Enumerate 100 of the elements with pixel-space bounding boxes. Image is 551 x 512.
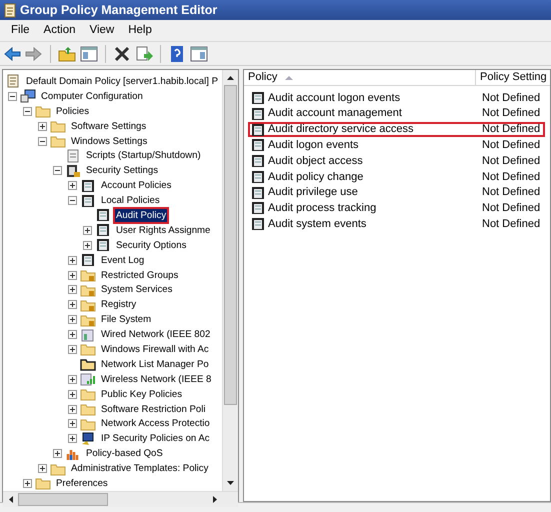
menu-item[interactable]: Action — [36, 22, 82, 40]
folder-icon — [35, 104, 51, 118]
tree-item[interactable]: Policy-based QoS — [83, 446, 166, 462]
policy-icon — [250, 154, 266, 168]
tree-item[interactable]: Windows Settings — [68, 134, 150, 149]
tree-item[interactable]: Preferences — [53, 476, 111, 491]
help-icon[interactable] — [168, 44, 186, 62]
network-icon — [80, 328, 96, 342]
tree-item[interactable]: Wired Network (IEEE 802 — [98, 327, 214, 342]
tree-item[interactable]: Local Policies — [98, 193, 163, 208]
policy-name: Audit privilege use — [268, 185, 359, 200]
column-header[interactable]: Policy — [244, 70, 476, 85]
folder-icon — [80, 357, 96, 372]
list-row[interactable]: Audit logon events Not Defined — [248, 137, 545, 154]
expander-icon[interactable] — [38, 464, 47, 474]
expander-icon[interactable] — [53, 449, 62, 458]
policy-setting: Not Defined — [482, 122, 540, 138]
export-list-icon[interactable] — [135, 44, 153, 62]
policy-name: Audit account management — [268, 106, 403, 122]
policy-setting: Not Defined — [482, 170, 540, 185]
expander-icon[interactable] — [68, 419, 77, 428]
policy-setting: Not Defined — [482, 185, 540, 200]
pane-toggle-icon[interactable] — [80, 44, 98, 62]
locked-folder-icon — [80, 268, 96, 282]
tree-item[interactable]: User Rights Assignme — [113, 222, 214, 238]
column-header[interactable]: Policy Setting — [476, 70, 551, 85]
policy-icon — [250, 122, 266, 136]
list-row[interactable]: Audit object access Not Defined — [248, 153, 545, 169]
policy-setting: Not Defined — [482, 217, 540, 232]
security-settings-icon — [65, 164, 81, 178]
tree-item[interactable]: Software Restriction Poli — [98, 402, 209, 417]
tree-item[interactable]: System Services — [98, 282, 176, 298]
tree-item[interactable]: Default Domain Policy [server1.habib.local] P — [23, 74, 221, 89]
tree-item[interactable]: File System — [98, 312, 154, 328]
menu-item[interactable]: View — [82, 22, 122, 40]
tree-item[interactable]: Scripts (Startup/Shutdown) — [83, 148, 204, 164]
policy-setting: Not Defined — [482, 106, 540, 122]
expander-icon[interactable] — [68, 300, 77, 310]
folder-icon — [80, 416, 96, 431]
vertical-scrollbar[interactable] — [222, 70, 238, 491]
expander-icon[interactable] — [68, 404, 77, 414]
tree-item[interactable]: Network Access Protectio — [98, 416, 213, 432]
expander-icon[interactable] — [38, 136, 47, 146]
tree-item[interactable]: Policies — [53, 104, 92, 119]
policy-icon — [80, 178, 96, 193]
tree-item[interactable]: Security Options — [113, 238, 190, 253]
tree-item[interactable]: Windows Firewall with Ac — [98, 342, 212, 357]
policy-name: Audit policy change — [268, 170, 364, 185]
locked-folder-icon — [80, 312, 96, 327]
expander-icon[interactable] — [68, 434, 77, 444]
policy-icon — [250, 90, 266, 105]
horizontal-scrollbar[interactable] — [3, 490, 238, 507]
folder-icon — [80, 342, 96, 356]
list-row[interactable]: Audit policy change Not Defined — [248, 168, 545, 185]
expander-icon[interactable] — [23, 478, 32, 488]
tree-item[interactable]: Administrative Templates: Policy — [68, 461, 212, 476]
tree-item[interactable]: Audit Policy — [113, 206, 170, 224]
expander-icon[interactable] — [68, 374, 77, 384]
tree-item[interactable]: Event Log — [98, 252, 148, 268]
tree-item[interactable]: IP Security Policies on Ac — [98, 431, 213, 446]
expander-icon[interactable] — [38, 122, 47, 131]
list-row[interactable]: Audit account management Not Defined — [248, 106, 545, 122]
tree-item[interactable]: Registry — [98, 297, 140, 312]
expander-icon[interactable] — [68, 181, 77, 190]
policy-icon — [95, 238, 111, 252]
back-arrow-icon[interactable] — [3, 44, 21, 62]
delete-icon[interactable] — [113, 44, 131, 62]
list-row[interactable]: Audit directory service access Not Defined — [248, 122, 545, 138]
tree-item[interactable]: Wireless Network (IEEE 8 — [98, 372, 214, 387]
policy-setting: Not Defined — [482, 201, 540, 216]
expander-icon[interactable] — [68, 330, 77, 340]
tree-item[interactable]: Restricted Groups — [98, 268, 182, 283]
tree-item[interactable]: Network List Manager Po — [98, 356, 212, 372]
expander-icon[interactable] — [68, 390, 77, 399]
tree-item[interactable]: Public Key Policies — [98, 386, 186, 402]
expander-icon[interactable] — [83, 226, 92, 235]
expander-icon[interactable] — [68, 344, 77, 354]
policy-name: Audit system events — [268, 217, 368, 232]
tree-item[interactable]: Account Policies — [98, 178, 174, 194]
expander-icon[interactable] — [83, 240, 92, 250]
list-row[interactable]: Audit account logon events Not Defined — [248, 90, 545, 106]
console-view-icon[interactable] — [190, 44, 208, 62]
list-row[interactable]: Audit system events Not Defined — [248, 216, 545, 232]
menu-item[interactable]: File — [4, 22, 37, 40]
forward-arrow-icon[interactable] — [25, 44, 43, 62]
expander-icon[interactable] — [8, 92, 17, 101]
menu-item[interactable]: Help — [121, 22, 159, 40]
expander-icon[interactable] — [68, 315, 77, 324]
expander-icon[interactable] — [23, 106, 32, 116]
folder-up-icon[interactable] — [58, 44, 76, 62]
expander-icon[interactable] — [68, 270, 77, 280]
expander-icon[interactable] — [53, 166, 62, 176]
expander-icon[interactable] — [68, 196, 77, 206]
tree-item[interactable]: Security Settings — [83, 163, 161, 178]
list-row[interactable]: Audit process tracking Not Defined — [248, 200, 545, 216]
tree-item[interactable]: Software Settings — [68, 118, 150, 134]
list-row[interactable]: Audit privilege use Not Defined — [248, 184, 545, 201]
expander-icon[interactable] — [68, 256, 77, 265]
tree-item[interactable]: Computer Configuration — [38, 88, 146, 104]
expander-icon[interactable] — [68, 285, 77, 294]
